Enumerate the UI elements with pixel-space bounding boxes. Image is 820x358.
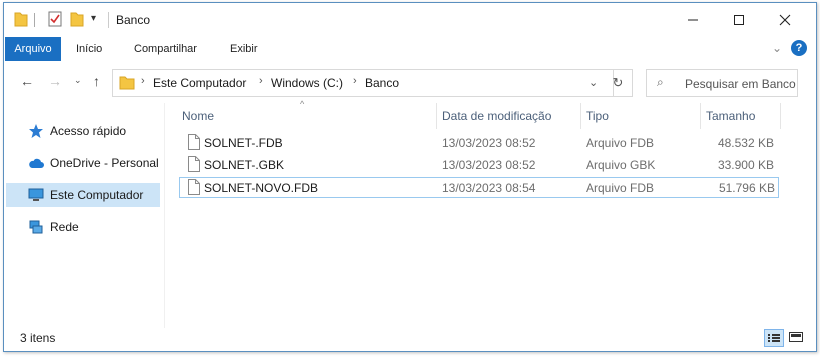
window-title: Banco [116,13,151,27]
file-type: Arquivo FDB [586,136,655,150]
column-divider[interactable] [580,103,581,129]
nav-item-label: OneDrive - Personal [50,156,159,170]
breadcrumb-separator-icon[interactable]: › [353,75,357,87]
computer-icon [28,188,44,201]
nav-item-rede[interactable]: Rede [6,215,160,239]
back-button[interactable]: ← [20,73,34,89]
properties-icon[interactable] [48,11,62,27]
forward-button[interactable]: → [48,73,62,89]
minimize-icon [688,19,698,21]
nav-item-label: Acesso rápido [50,124,127,138]
breadcrumb-banco[interactable]: Banco [365,76,399,90]
breadcrumb-windows-c[interactable]: Windows (C:) [271,76,343,90]
explorer-window: ▾ Banco Arquivo Início Compartilhar Exib… [3,2,817,352]
search-placeholder: Pesquisar em Banco [685,77,796,91]
pane-divider [164,103,165,328]
large-icons-view-button[interactable] [787,329,805,345]
column-header-nome[interactable]: Nome [182,109,214,135]
nav-item-label: Rede [50,220,79,234]
separator [34,13,35,27]
separator [108,12,109,28]
nav-item-acesso-rapido[interactable]: Acesso rápido [6,119,160,143]
expand-ribbon-icon[interactable]: ⌄ [772,41,782,55]
file-type: Arquivo FDB [586,181,655,195]
address-dropdown-icon[interactable]: ⌄ [589,76,598,89]
maximize-icon [734,15,744,25]
file-name: SOLNET-.GBK [204,158,285,172]
column-header-tamanho[interactable]: Tamanho [706,109,755,135]
recent-locations-icon[interactable]: ⌄ [74,75,82,86]
file-name: SOLNET-NOVO.FDB [204,181,319,195]
new-folder-icon[interactable] [70,11,84,27]
close-button[interactable] [762,3,808,37]
breadcrumb-este-computador[interactable]: Este Computador [153,76,246,90]
close-icon [779,14,791,26]
up-button[interactable]: ↑ [93,73,100,89]
star-icon [29,124,43,138]
navigation-pane: Acesso rápido OneDrive - Personal Este C… [4,103,164,328]
title-bar: ▾ Banco [4,3,816,37]
search-icon: ⌕ [657,75,664,89]
network-icon [29,220,43,234]
folder-icon [119,76,135,90]
file-type: Arquivo GBK [586,158,656,172]
minimize-button[interactable] [670,3,716,37]
status-item-count: 3 itens [20,331,56,345]
file-icon [188,134,200,150]
tab-inicio[interactable]: Início [76,37,102,61]
column-divider[interactable] [436,103,437,129]
sort-ascending-icon: ^ [300,99,305,109]
file-name: SOLNET-.FDB [204,136,283,150]
maximize-button[interactable] [716,3,762,37]
customize-toolbar-icon[interactable]: ▾ [91,13,96,24]
address-bar[interactable]: › Este Computador › Windows (C:) › Banco… [112,69,614,97]
nav-item-label: Este Computador [50,188,144,202]
column-header-data[interactable]: Data de modificação [442,109,551,135]
tab-arquivo[interactable]: Arquivo [5,37,61,61]
nav-item-onedrive[interactable]: OneDrive - Personal [6,151,160,175]
file-icon [188,179,200,195]
column-divider[interactable] [780,103,781,129]
cloud-icon [29,158,44,168]
breadcrumb-separator-icon[interactable]: › [259,75,263,87]
file-date: 13/03/2023 08:52 [442,158,536,172]
details-view-icon [768,334,780,342]
folder-icon [14,12,28,27]
nav-item-este-computador[interactable]: Este Computador [6,183,160,207]
file-size: 33.900 KB [717,158,774,172]
file-size: 51.796 KB [718,181,775,195]
details-view-button[interactable] [764,329,784,347]
breadcrumb-separator-icon[interactable]: › [141,75,145,87]
refresh-icon: ↻ [612,75,624,90]
help-icon[interactable]: ? [791,40,807,56]
file-date: 13/03/2023 08:54 [442,181,536,195]
file-icon [188,156,200,172]
search-input[interactable]: ⌕ Pesquisar em Banco [646,69,798,97]
large-icons-view-icon [789,332,803,342]
file-row[interactable]: SOLNET-.FDB 13/03/2023 08:52 Arquivo FDB… [180,133,778,153]
file-date: 13/03/2023 08:52 [442,136,536,150]
file-row-focused[interactable]: SOLNET-NOVO.FDB 13/03/2023 08:54 Arquivo… [179,177,779,198]
file-size: 48.532 KB [717,136,774,150]
column-divider[interactable] [700,103,701,129]
column-header-tipo[interactable]: Tipo [586,109,609,135]
tab-exibir[interactable]: Exibir [230,37,258,61]
address-row: ← → ⌄ ↑ › Este Computador › Windows (C:)… [4,65,816,101]
tab-compartilhar[interactable]: Compartilhar [134,37,197,61]
ribbon-tabs: Arquivo Início Compartilhar Exibir ⌄ ? [4,37,816,61]
file-row[interactable]: SOLNET-.GBK 13/03/2023 08:52 Arquivo GBK… [180,155,778,175]
refresh-button[interactable]: ↻ [604,69,633,97]
